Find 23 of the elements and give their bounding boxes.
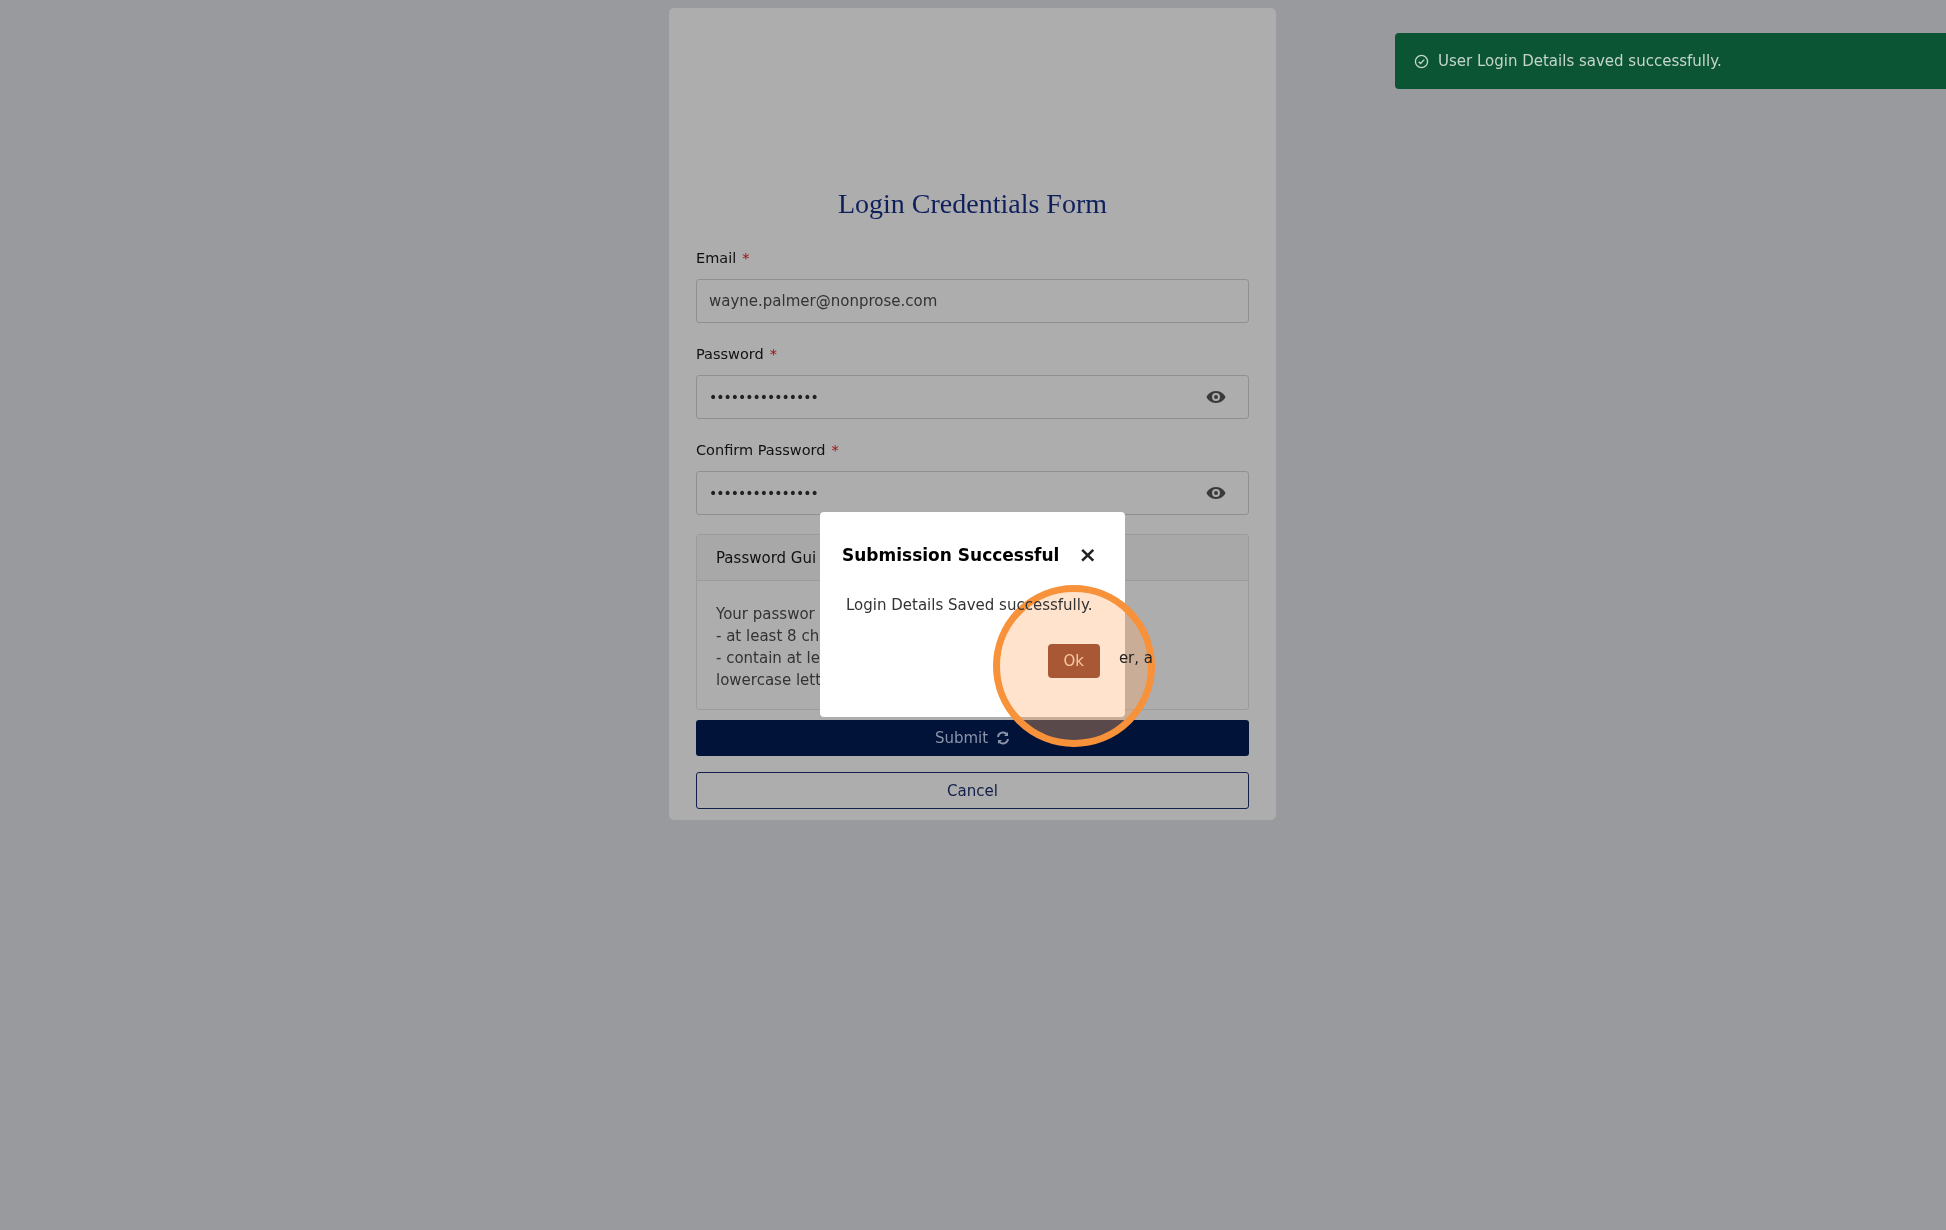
required-mark: * <box>769 346 777 362</box>
eye-icon[interactable] <box>1206 486 1226 500</box>
check-circle-icon <box>1414 53 1429 69</box>
guideline-text: - at least 8 ch <box>716 626 820 647</box>
guidelines-title: Password Gui <box>716 548 817 567</box>
form-title: Login Credentials Form <box>836 188 1109 220</box>
close-button[interactable]: × <box>1072 544 1103 566</box>
dialog-title: Submission Successful <box>842 545 1060 565</box>
required-mark: * <box>831 442 839 458</box>
field-label: Email <box>696 250 737 266</box>
eye-icon[interactable] <box>1206 390 1226 404</box>
guideline-text: lowercase lett <box>716 670 822 691</box>
guideline-text: er, a <box>1118 648 1153 669</box>
required-mark: * <box>742 250 750 266</box>
field-label: Password <box>696 346 764 362</box>
toast-message: User Login Details saved successfully. <box>1438 52 1722 70</box>
cancel-button[interactable]: Cancel <box>696 772 1249 809</box>
guideline-text: - contain at le <box>716 648 820 669</box>
submit-button[interactable]: Submit <box>696 720 1249 756</box>
password-field[interactable]: ••••••••••••••• <box>696 375 1249 419</box>
field-label: Confirm Password <box>696 442 826 458</box>
email-field[interactable]: wayne.palmer@nonprose.com <box>696 279 1249 323</box>
guideline-text: Your passwor <box>716 604 815 625</box>
